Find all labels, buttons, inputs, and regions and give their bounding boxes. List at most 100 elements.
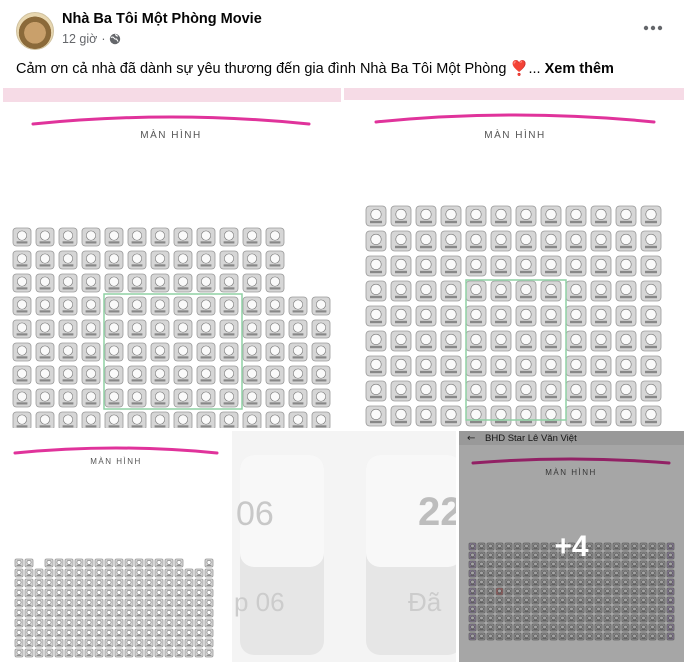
photo-1[interactable]: MÀN HÌNH bbox=[3, 88, 341, 428]
seat-icon bbox=[114, 648, 124, 658]
seat-icon bbox=[540, 405, 562, 427]
seat-icon bbox=[194, 598, 204, 608]
seat-icon bbox=[74, 608, 84, 618]
seat-icon bbox=[144, 648, 154, 658]
seat-icon bbox=[242, 273, 262, 293]
seat-icon bbox=[390, 280, 412, 302]
seat-icon bbox=[615, 230, 637, 252]
seat-icon bbox=[94, 558, 104, 568]
seat-icon bbox=[84, 558, 94, 568]
seat-icon bbox=[44, 578, 54, 588]
seat-icon bbox=[390, 230, 412, 252]
seat-icon bbox=[390, 405, 412, 427]
seat-icon bbox=[104, 588, 114, 598]
seat-icon bbox=[154, 558, 164, 568]
seat-icon bbox=[74, 598, 84, 608]
seat-icon bbox=[154, 598, 164, 608]
seat-icon bbox=[440, 255, 462, 277]
seat-icon bbox=[54, 618, 64, 628]
seat-icon bbox=[365, 380, 387, 402]
seat-icon bbox=[640, 255, 662, 277]
seat-icon bbox=[565, 205, 587, 227]
seat-icon bbox=[590, 280, 612, 302]
seat-icon bbox=[174, 588, 184, 598]
seat-icon bbox=[184, 598, 194, 608]
seat-icon bbox=[174, 598, 184, 608]
seat-icon bbox=[44, 608, 54, 618]
photo-3[interactable]: MÀN HÌNH bbox=[3, 431, 229, 662]
seat-icon bbox=[24, 638, 34, 648]
ticket-number-left: 06 bbox=[236, 495, 274, 533]
seat-icon bbox=[184, 608, 194, 618]
seat-icon bbox=[288, 296, 308, 316]
seat-icon bbox=[196, 250, 216, 270]
seat-icon bbox=[640, 405, 662, 427]
seat-icon bbox=[127, 319, 147, 339]
see-more-link[interactable]: Xem thêm bbox=[545, 61, 614, 77]
seat-icon bbox=[173, 365, 193, 385]
seat-icon bbox=[54, 638, 64, 648]
seat-icon bbox=[81, 388, 101, 408]
seat-icon bbox=[24, 578, 34, 588]
seat-icon bbox=[615, 405, 637, 427]
seat-icon bbox=[365, 405, 387, 427]
seat-icon bbox=[104, 365, 124, 385]
seat-icon bbox=[196, 227, 216, 247]
seat-icon bbox=[104, 558, 114, 568]
seat-icon bbox=[365, 255, 387, 277]
page-name-link[interactable]: Nhà Ba Tôi Một Phòng Movie bbox=[62, 11, 262, 27]
seat-icon bbox=[540, 255, 562, 277]
seat-icon bbox=[565, 405, 587, 427]
seat-icon bbox=[84, 648, 94, 658]
photo-2[interactable]: MÀN HÌNH bbox=[344, 88, 684, 428]
seat-icon bbox=[164, 578, 174, 588]
seat-icon bbox=[640, 330, 662, 352]
seat-icon bbox=[415, 405, 437, 427]
seat-icon bbox=[12, 273, 32, 293]
seat-icon bbox=[84, 598, 94, 608]
seat-icon bbox=[174, 608, 184, 618]
seat-icon bbox=[154, 608, 164, 618]
seat-icon bbox=[104, 608, 114, 618]
seat-icon bbox=[390, 380, 412, 402]
seat-icon bbox=[54, 588, 64, 598]
photo-5[interactable]: ← BHD Star Lê Văn Việt MÀN HÌNH +4 bbox=[459, 431, 684, 662]
seat-icon bbox=[194, 638, 204, 648]
seat-icon bbox=[24, 568, 34, 578]
seat-icon bbox=[35, 342, 55, 362]
more-options-button[interactable] bbox=[641, 18, 665, 38]
seat-icon bbox=[365, 330, 387, 352]
seat-icon bbox=[94, 608, 104, 618]
seat-icon bbox=[194, 588, 204, 598]
seat-icon bbox=[81, 227, 101, 247]
seat-icon bbox=[204, 648, 214, 658]
more-photos-overlay[interactable]: +4 bbox=[459, 431, 684, 662]
seat-icon bbox=[127, 250, 147, 270]
seat-icon bbox=[150, 342, 170, 362]
page-avatar[interactable] bbox=[16, 12, 54, 50]
seat-icon bbox=[35, 365, 55, 385]
seat-icon bbox=[184, 638, 194, 648]
seat-icon bbox=[465, 230, 487, 252]
seat-icon bbox=[24, 608, 34, 618]
seat-icon bbox=[184, 568, 194, 578]
seat-icon bbox=[74, 648, 84, 658]
photo-4[interactable]: 06 22 p 06 Đã bbox=[232, 431, 456, 662]
seat-icon bbox=[144, 578, 154, 588]
seat-icon bbox=[204, 558, 214, 568]
seat-icon bbox=[144, 638, 154, 648]
seat-icon bbox=[58, 227, 78, 247]
seat-icon bbox=[24, 558, 34, 568]
seat-icon bbox=[219, 296, 239, 316]
seat-icon bbox=[540, 280, 562, 302]
seat-icon bbox=[173, 411, 193, 428]
seat-icon bbox=[94, 628, 104, 638]
post-timestamp[interactable]: 12 giờ bbox=[62, 32, 97, 46]
seat-icon bbox=[515, 405, 537, 427]
seat-icon bbox=[415, 255, 437, 277]
seat-icon bbox=[242, 411, 262, 428]
post-meta: 12 giờ · bbox=[62, 32, 121, 46]
seat-icon bbox=[12, 411, 32, 428]
seat-icon bbox=[365, 355, 387, 377]
seat-icon bbox=[540, 355, 562, 377]
